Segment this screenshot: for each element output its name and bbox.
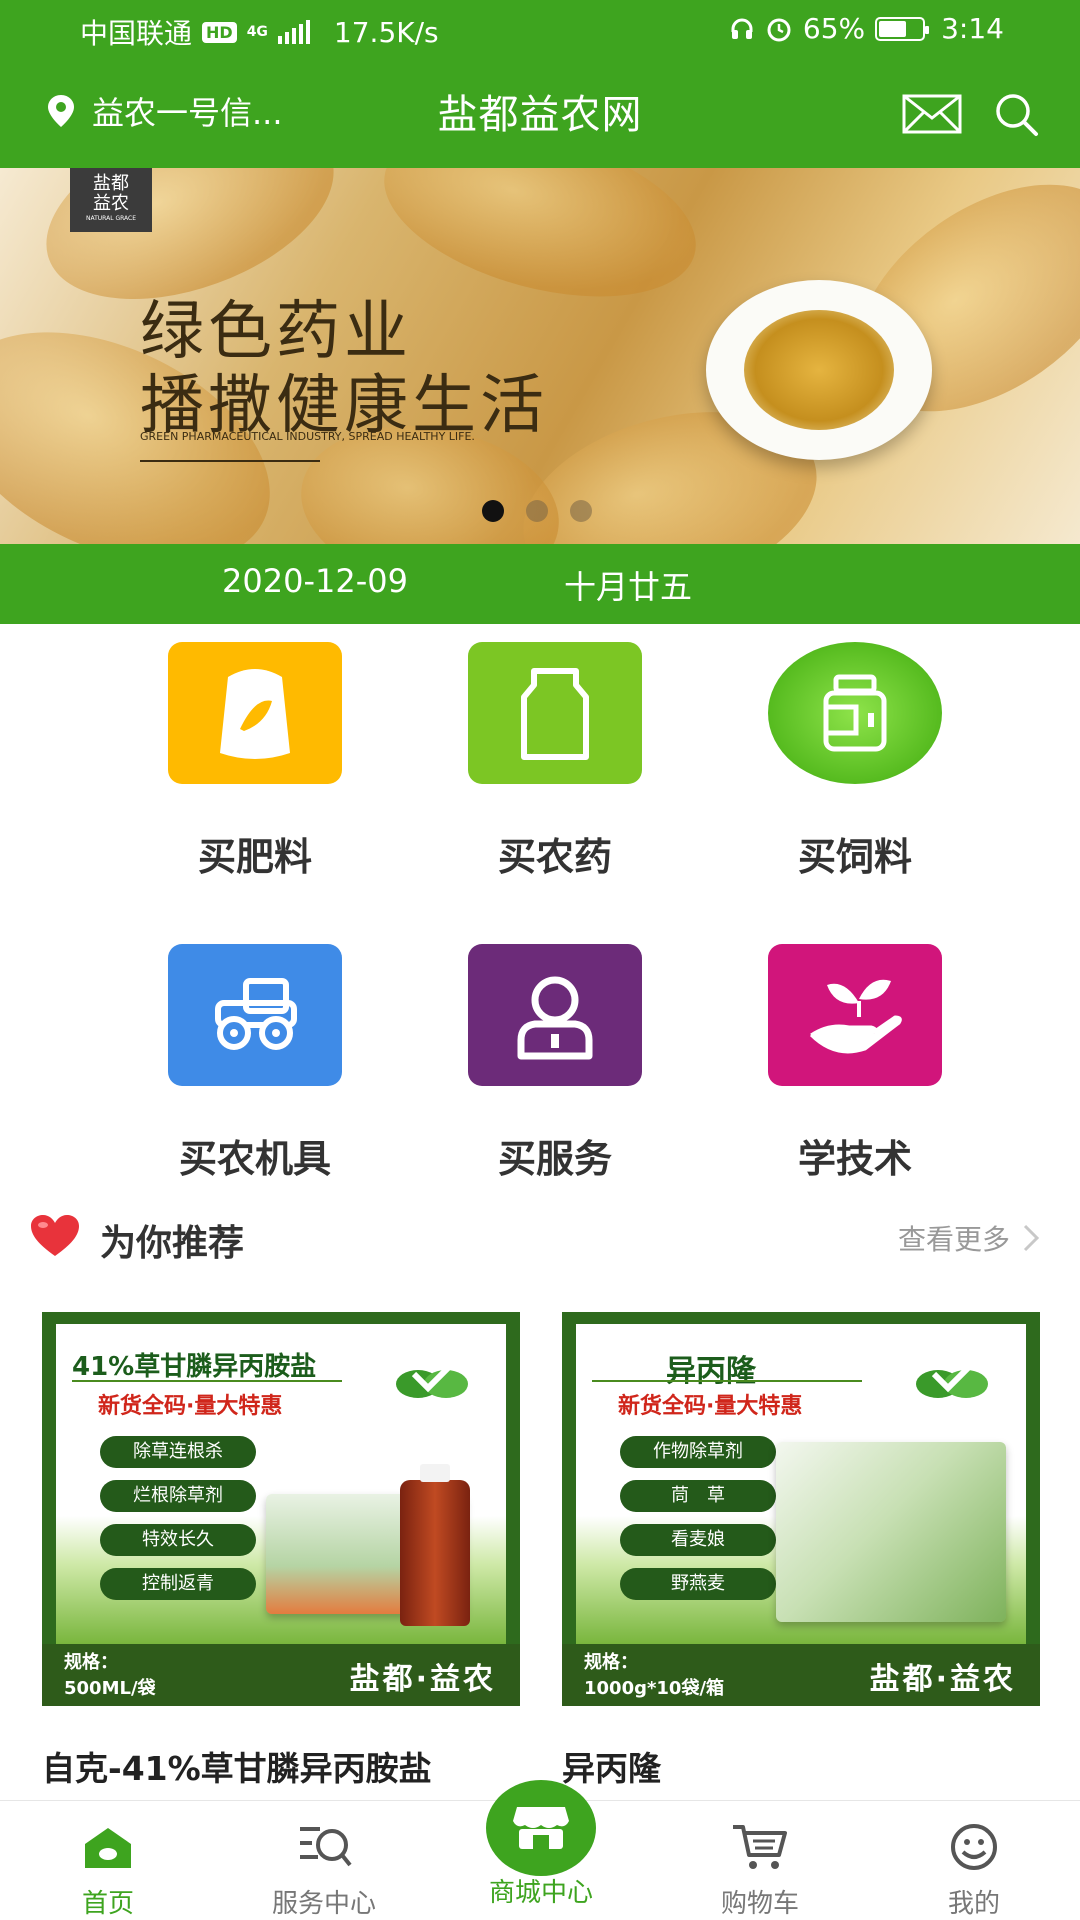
network-type: 4G (246, 24, 268, 40)
battery-icon (875, 16, 930, 41)
signal-icon (277, 20, 310, 44)
product-name: 自克-41%草甘膦异丙胺盐 (42, 1749, 432, 1788)
banner-english-tagline: GREEN PHARMACEUTICAL INDUSTRY, SPREAD HE… (140, 430, 475, 443)
lunar-date: 十月廿五 (564, 568, 693, 606)
rice-plate-image (706, 280, 932, 460)
product-card[interactable]: 异丙隆 新货全码·量大特惠 作物除草剂 茼 草 看麦娘 野燕麦 规格： 1000… (562, 1312, 1040, 1790)
category-machinery[interactable]: 买农机具 (168, 944, 342, 1183)
product-card[interactable]: 41%草甘膦异丙胺盐 新货全码·量大特惠 除草连根杀 烂根除草剂 特效长久 控制… (42, 1312, 520, 1790)
product-image-footer: 规格： 500ML/袋 盐都·益农 (42, 1644, 520, 1706)
product-name: 异丙隆 (562, 1749, 661, 1788)
tab-mall-center-label: 商城中心 (488, 1878, 593, 1908)
category-label: 学技术 (797, 1137, 912, 1181)
product-tag: 野燕麦 (620, 1568, 776, 1600)
category-label: 买农药 (497, 835, 612, 879)
mail-icon[interactable] (902, 94, 962, 134)
tab-cart[interactable]: 购物车 (680, 1821, 840, 1920)
carousel-indicator (482, 500, 592, 522)
product-tag: 看麦娘 (620, 1524, 776, 1556)
fertilizer-bag-icon (168, 642, 342, 784)
battery-percent: 65% (802, 12, 866, 45)
see-more-link[interactable]: 查看更多 (898, 1218, 1040, 1258)
app-header: 中国联通 HD 4G 17.5K/s 65% 3:14 益农一号信... 盐都益… (0, 0, 1080, 168)
carousel-dot[interactable] (526, 500, 548, 522)
product-image-subtitle: 新货全码·量大特惠 (98, 1394, 283, 1419)
product-image-footer: 规格： 1000g*10袋/箱 盐都·益农 (562, 1644, 1040, 1706)
feed-container-icon (768, 642, 942, 784)
tractor-icon (168, 944, 342, 1086)
product-image-title: 异丙隆 (666, 1354, 756, 1389)
chevron-right-icon (1023, 1224, 1040, 1252)
product-tag: 烂根除草剂 (100, 1480, 256, 1512)
recommend-title: 为你推荐 (100, 1223, 245, 1264)
category-service[interactable]: 买服务 (468, 944, 642, 1183)
category-learn-tech[interactable]: 学技术 (768, 944, 942, 1183)
home-icon (85, 1828, 131, 1868)
category-label: 买服务 (497, 1137, 612, 1181)
hd-badge: HD (202, 21, 237, 43)
carrier-label: 中国联通 (80, 17, 193, 50)
banner-divider (140, 460, 320, 462)
see-more-label: 查看更多 (897, 1223, 1010, 1256)
carousel-dot[interactable] (570, 500, 592, 522)
heart-icon (31, 1215, 79, 1256)
storefront-icon (513, 1807, 569, 1849)
check-badge-icon (916, 1353, 988, 1398)
recommend-section-header: 为你推荐 查看更多 (30, 1206, 1050, 1266)
sprout-hand-icon (768, 944, 942, 1086)
product-spec: 500ML/袋 (64, 1678, 156, 1699)
promo-banner[interactable]: 盐都 益农 NATURAL GRACE 绿色药业 播撒健康生活 GREEN PH… (0, 168, 1080, 544)
product-spec: 1000g*10袋/箱 (584, 1678, 725, 1699)
carousel-dot[interactable] (482, 500, 504, 522)
alarm-icon (767, 18, 791, 41)
category-feed[interactable]: 买饲料 (768, 642, 942, 881)
status-bar: 中国联通 HD 4G 17.5K/s 65% 3:14 (0, 0, 1080, 60)
product-image: 41%草甘膦异丙胺盐 新货全码·量大特惠 除草连根杀 烂根除草剂 特效长久 控制… (42, 1312, 520, 1706)
headset-icon (731, 18, 753, 39)
tab-service-center[interactable]: 服务中心 (244, 1821, 404, 1920)
person-service-icon (468, 944, 642, 1086)
product-bottle-image (400, 1464, 470, 1626)
banner-brand-logo: 盐都 益农 NATURAL GRACE (70, 168, 152, 232)
product-tag: 控制返青 (100, 1568, 256, 1600)
search-icon[interactable] (992, 90, 1040, 138)
gregorian-date: 2020-12-09 (222, 562, 408, 600)
tab-home[interactable]: 首页 (28, 1821, 188, 1920)
smiley-icon (951, 1824, 997, 1870)
category-label: 买肥料 (197, 835, 312, 879)
category-label: 买农机具 (178, 1137, 331, 1181)
product-brand: 盐都·益农 (869, 1662, 1016, 1697)
cart-icon (733, 1825, 787, 1869)
date-bar: 2020-12-09 十月廿五 (0, 544, 1080, 624)
product-brand: 盐都·益农 (349, 1662, 496, 1697)
product-tag: 除草连根杀 (100, 1436, 256, 1468)
check-badge-icon (396, 1353, 468, 1398)
clock: 3:14 (941, 12, 1004, 45)
tab-me[interactable]: 我的 (894, 1821, 1054, 1920)
category-label: 买饲料 (797, 835, 912, 879)
product-bag-image (776, 1442, 1006, 1622)
product-tag: 特效长久 (100, 1524, 256, 1556)
product-image-title: 41%草甘膦异丙胺盐 (72, 1352, 317, 1382)
network-speed: 17.5K/s (333, 15, 439, 49)
pesticide-bottle-icon (468, 642, 642, 784)
product-image-subtitle: 新货全码·量大特惠 (618, 1394, 803, 1419)
category-pesticide[interactable]: 买农药 (468, 642, 642, 881)
product-tag: 作物除草剂 (620, 1436, 776, 1468)
nav-bar: 益农一号信... 盐都益农网 (0, 60, 1080, 168)
service-search-icon (300, 1827, 352, 1867)
mall-center-button[interactable] (486, 1780, 596, 1876)
category-fertilizer[interactable]: 买肥料 (168, 642, 342, 881)
product-image: 异丙隆 新货全码·量大特惠 作物除草剂 茼 草 看麦娘 野燕麦 规格： 1000… (562, 1312, 1040, 1706)
product-tag: 茼 草 (620, 1480, 776, 1512)
